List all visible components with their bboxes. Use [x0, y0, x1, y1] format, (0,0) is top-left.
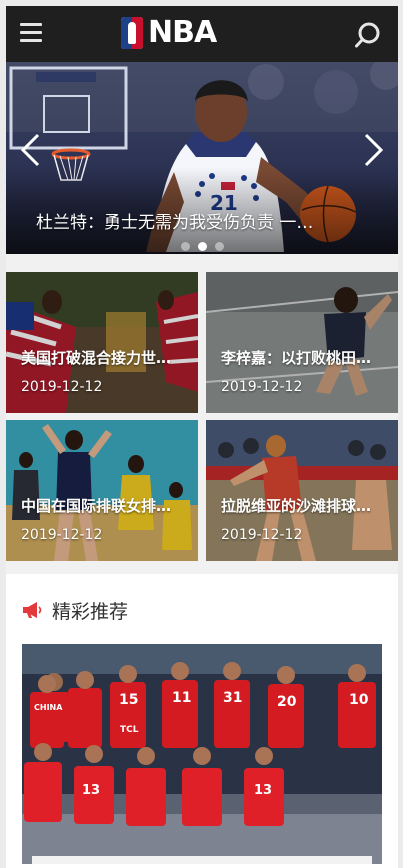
recommend-header: 精彩推荐 — [22, 598, 129, 623]
hamburger-menu-icon[interactable] — [20, 23, 42, 43]
carousel-dot-1[interactable] — [180, 242, 190, 251]
news-date: 2019-12-12 — [21, 527, 103, 543]
svg-text:31: 31 — [223, 690, 242, 706]
hero-carousel[interactable]: 21 杜兰特：勇士无需为我受伤负责 一… — [6, 62, 398, 254]
sponsor-text: TCL — [120, 725, 139, 735]
news-date: 2019-12-12 — [221, 527, 303, 543]
recommend-image[interactable]: CHINA 15 11 31 20 10 TCL 13 13 — [22, 644, 382, 864]
svg-text:11: 11 — [172, 690, 191, 706]
app-frame: NBA 杜兰特：勇士无需为我受伤负责 一… 美国打破混合接力世… 2019-12… — [6, 6, 398, 868]
jersey-text: CHINA — [34, 703, 63, 712]
svg-text:15: 15 — [119, 692, 138, 708]
news-card[interactable]: 中国在国际排联女排… 2019-12-12 — [6, 420, 198, 561]
news-card[interactable]: 美国打破混合接力世… 2019-12-12 — [6, 272, 198, 413]
search-icon[interactable] — [354, 21, 382, 49]
svg-text:10: 10 — [349, 692, 369, 708]
news-date: 2019-12-12 — [21, 379, 103, 395]
svg-text:20: 20 — [277, 694, 297, 710]
news-title: 李梓嘉：以打败桃田… — [221, 349, 372, 367]
nba-logo-mark — [121, 17, 143, 49]
carousel-dot-3[interactable] — [214, 242, 224, 251]
news-title: 拉脱维亚的沙滩排球… — [221, 497, 372, 515]
news-card[interactable]: 拉脱维亚的沙滩排球… 2019-12-12 — [206, 420, 398, 561]
carousel-next-arrow-icon[interactable] — [358, 132, 386, 168]
svg-text:13: 13 — [82, 783, 100, 798]
news-card[interactable]: 李梓嘉：以打败桃田… 2019-12-12 — [206, 272, 398, 413]
news-title: 美国打破混合接力世… — [21, 349, 172, 367]
nba-logo[interactable]: NBA — [121, 15, 217, 50]
news-title: 中国在国际排联女排… — [21, 497, 172, 515]
news-date: 2019-12-12 — [221, 379, 303, 395]
carousel-dot-2[interactable] — [197, 242, 207, 251]
svg-text:13: 13 — [254, 783, 272, 798]
carousel-pagination — [6, 236, 398, 251]
top-header: NBA — [6, 6, 398, 62]
recommend-title: 精彩推荐 — [52, 600, 129, 623]
hero-caption[interactable]: 杜兰特：勇士无需为我受伤负责 一… — [36, 208, 366, 233]
team-photo: CHINA 15 11 31 20 10 TCL 13 13 — [22, 644, 382, 864]
carousel-prev-arrow-icon[interactable] — [18, 132, 46, 168]
recommend-section: 精彩推荐 CHINA 15 11 31 20 10 TCL 13 13 — [6, 574, 398, 868]
megaphone-icon — [23, 602, 42, 618]
logo-text: NBA — [148, 15, 217, 50]
